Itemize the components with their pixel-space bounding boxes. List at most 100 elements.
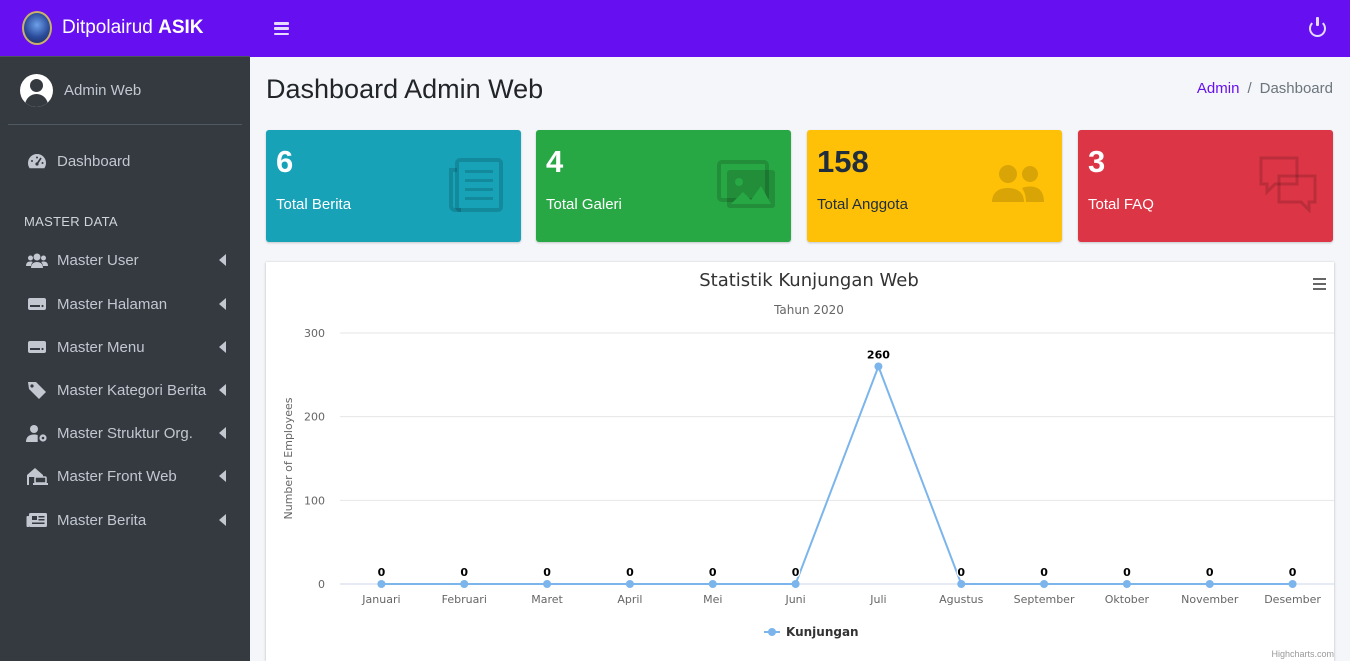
breadcrumb-separator: / bbox=[1247, 80, 1252, 97]
chevron-left-icon bbox=[219, 341, 226, 353]
stat-box-berita[interactable]: 6 Total Berita bbox=[266, 130, 521, 242]
data-label: 0 bbox=[709, 566, 717, 579]
sidebar-item-label: Master Halaman bbox=[57, 295, 168, 313]
chevron-left-icon bbox=[219, 514, 226, 526]
legend-marker bbox=[768, 628, 776, 636]
hdd-icon bbox=[26, 295, 48, 313]
data-label: 0 bbox=[1206, 566, 1214, 579]
data-label: 0 bbox=[1040, 566, 1048, 579]
sidebar-item-label: Master User bbox=[57, 251, 139, 269]
data-label: 0 bbox=[1123, 566, 1131, 579]
sidebar-item-master-struktur-org[interactable]: Master Struktur Org. bbox=[8, 413, 242, 453]
data-point bbox=[1122, 580, 1131, 588]
page-title: Dashboard Admin Web bbox=[266, 74, 544, 104]
x-tick-label: April bbox=[617, 593, 642, 606]
data-point bbox=[543, 580, 552, 588]
sidebar-item-master-berita[interactable]: Master Berita bbox=[8, 500, 242, 540]
stat-label: Total FAQ bbox=[1088, 196, 1154, 213]
x-tick-label: Juli bbox=[869, 593, 886, 606]
sidebar-item-label: Master Front Web bbox=[57, 467, 177, 485]
data-point bbox=[625, 580, 634, 588]
sidebar-section-header: MASTER DATA bbox=[24, 214, 118, 229]
chart-title: Statistik Kunjungan Web bbox=[699, 270, 919, 291]
stat-value: 158 bbox=[817, 144, 869, 179]
data-label: 0 bbox=[626, 566, 634, 579]
x-tick-label: Desember bbox=[1264, 593, 1321, 606]
tachometer-icon bbox=[26, 152, 48, 170]
data-label: 0 bbox=[792, 566, 800, 579]
data-point bbox=[874, 362, 883, 371]
users-icon bbox=[26, 251, 48, 269]
highcharts-credit-link[interactable]: Highcharts.com bbox=[1271, 649, 1334, 659]
data-point bbox=[1288, 580, 1297, 588]
sidebar: Ditpolairud ASIK Admin Web Dashboard MAS… bbox=[0, 0, 250, 661]
y-tick-label: 0 bbox=[318, 578, 325, 591]
user-panel[interactable]: Admin Web bbox=[8, 57, 242, 125]
data-point bbox=[1205, 580, 1214, 588]
stat-box-galeri[interactable]: 4 Total Galeri bbox=[536, 130, 791, 242]
series-line bbox=[381, 363, 1293, 585]
breadcrumb-home-link[interactable]: Admin bbox=[1197, 80, 1240, 97]
sidebar-item-master-kategori-berita[interactable]: Master Kategori Berita bbox=[8, 370, 242, 410]
hdd-icon bbox=[26, 338, 48, 356]
stat-label: Total Anggota bbox=[817, 196, 908, 213]
data-point bbox=[708, 580, 717, 588]
y-tick-label: 200 bbox=[304, 411, 325, 424]
stat-label: Total Galeri bbox=[546, 196, 622, 213]
data-label: 0 bbox=[378, 566, 386, 579]
chevron-left-icon bbox=[219, 470, 226, 482]
house-laptop-icon bbox=[26, 467, 48, 485]
newspaper-icon bbox=[449, 158, 503, 212]
data-label: 0 bbox=[460, 566, 468, 579]
legend-item: Kunjungan bbox=[786, 625, 859, 639]
chevron-left-icon bbox=[219, 298, 226, 310]
x-tick-label: Maret bbox=[531, 593, 563, 606]
y-tick-label: 300 bbox=[304, 327, 325, 340]
chevron-left-icon bbox=[219, 384, 226, 396]
police-logo-icon bbox=[22, 11, 52, 45]
sidebar-item-master-front-web[interactable]: Master Front Web bbox=[8, 456, 242, 496]
brand-link[interactable]: Ditpolairud ASIK bbox=[0, 0, 250, 57]
x-tick-label: November bbox=[1181, 593, 1239, 606]
chart-subtitle: Tahun 2020 bbox=[773, 303, 844, 317]
data-point bbox=[957, 580, 966, 588]
sidebar-item-master-menu[interactable]: Master Menu bbox=[8, 327, 242, 367]
x-tick-label: Februari bbox=[442, 593, 487, 606]
x-tick-label: September bbox=[1014, 593, 1075, 606]
visits-line-chart: Statistik Kunjungan Web Tahun 2020 0 100 200… bbox=[282, 270, 1334, 639]
stat-value: 6 bbox=[276, 144, 294, 179]
chevron-left-icon bbox=[219, 427, 226, 439]
user-name[interactable]: Admin Web bbox=[64, 82, 141, 99]
data-label: 0 bbox=[957, 566, 965, 579]
chevron-left-icon bbox=[219, 254, 226, 266]
users-icon bbox=[992, 165, 1044, 202]
x-tick-label: Oktober bbox=[1105, 593, 1150, 606]
data-label: 0 bbox=[1289, 566, 1297, 579]
stat-label: Total Berita bbox=[276, 196, 352, 213]
sidebar-item-dashboard[interactable]: Dashboard bbox=[8, 141, 242, 181]
chart-card: Statistik Kunjungan Web Tahun 2020 0 100 200… bbox=[266, 262, 1334, 661]
menu-toggle-icon[interactable] bbox=[274, 22, 289, 35]
user-cog-icon bbox=[26, 424, 48, 442]
data-point bbox=[377, 580, 386, 588]
logout-power-icon[interactable] bbox=[1309, 17, 1326, 37]
x-tick-label: Mei bbox=[703, 593, 722, 606]
chart-context-menu-icon[interactable] bbox=[1313, 278, 1326, 290]
stat-box-faq[interactable]: 3 Total FAQ bbox=[1078, 130, 1333, 242]
sidebar-item-master-halaman[interactable]: Master Halaman bbox=[8, 284, 242, 324]
newspaper-icon bbox=[26, 511, 48, 529]
stat-value: 4 bbox=[546, 144, 564, 179]
sidebar-item-label: Dashboard bbox=[57, 152, 131, 170]
stat-value: 3 bbox=[1088, 144, 1106, 179]
top-navbar bbox=[250, 0, 1350, 57]
stat-box-anggota[interactable]: 158 Total Anggota bbox=[807, 130, 1062, 242]
comments-icon bbox=[1259, 156, 1317, 214]
x-tick-label: Januari bbox=[361, 593, 400, 606]
data-label: 0 bbox=[543, 566, 551, 579]
data-point bbox=[791, 580, 800, 588]
sidebar-item-label: Master Berita bbox=[57, 511, 147, 529]
images-icon bbox=[717, 160, 775, 208]
user-avatar-icon bbox=[20, 74, 53, 107]
data-label: 260 bbox=[867, 348, 890, 361]
sidebar-item-master-user[interactable]: Master User bbox=[8, 240, 242, 280]
